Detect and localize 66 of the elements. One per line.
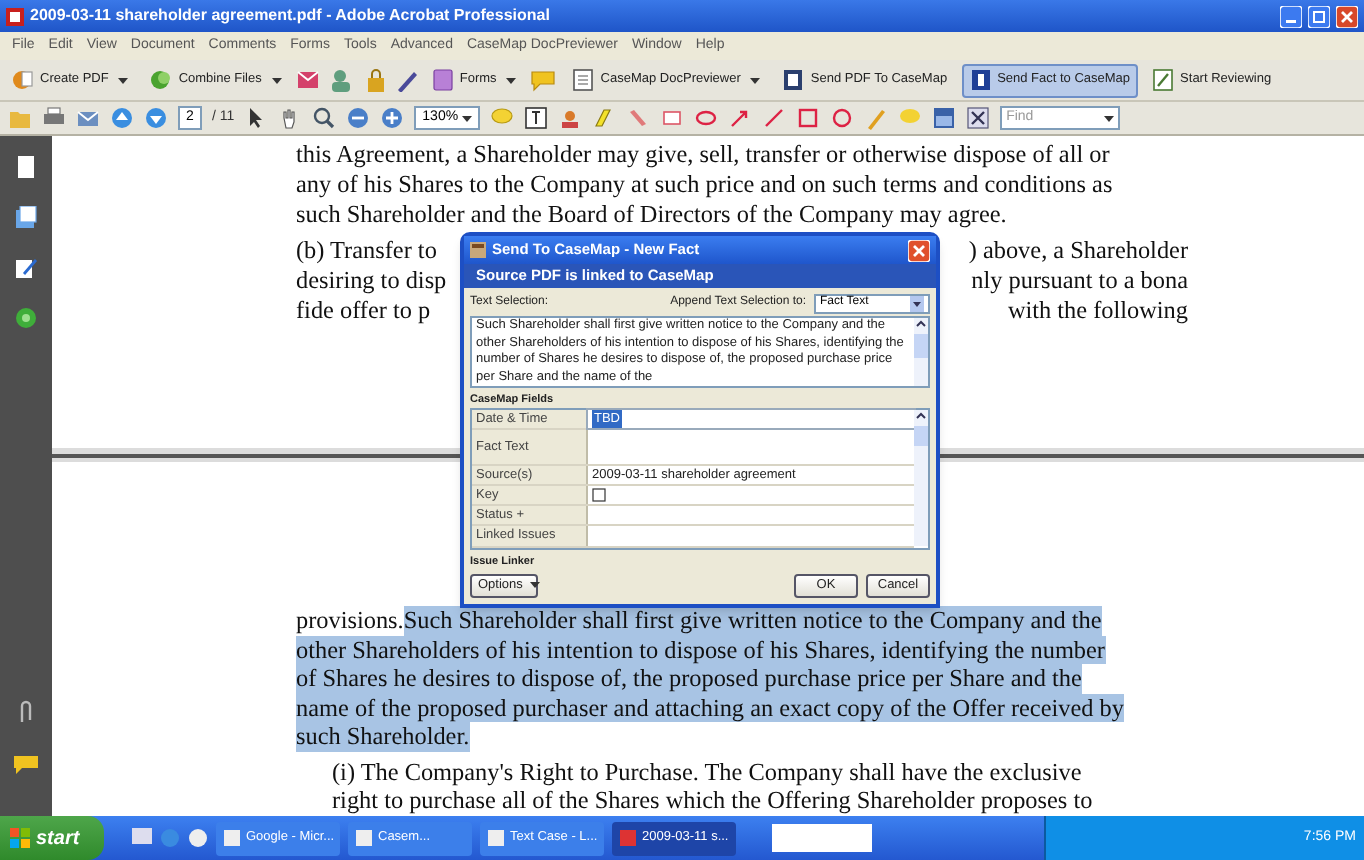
document-text: fide offer to p xyxy=(296,296,431,326)
circle-icon[interactable] xyxy=(830,106,855,130)
search-field[interactable] xyxy=(772,824,872,852)
mail-icon[interactable] xyxy=(76,106,100,130)
highlighted-text: such Shareholder. xyxy=(296,722,470,751)
rectangle-icon[interactable] xyxy=(660,106,685,130)
page-icon xyxy=(969,68,992,92)
pen-icon[interactable] xyxy=(14,256,38,280)
highlighted-text: of Shares he desires to dispose of, the proposed purchase price per Share and the xyxy=(296,664,1082,693)
window-icon xyxy=(620,830,636,846)
window-title: 2009-03-11 shareholder agreement.pdf - Adobe Acrobat Professional xyxy=(30,4,552,28)
document-text: provisions. xyxy=(296,606,404,635)
oval-icon[interactable] xyxy=(694,106,719,130)
document-text: desiring to disp xyxy=(296,266,447,296)
highlighted-text: Such Shareholder shall first give written notice to the Company and the xyxy=(403,606,1102,635)
stamp-icon[interactable] xyxy=(558,106,583,130)
pen-icon[interactable] xyxy=(393,68,418,92)
panel-icon[interactable] xyxy=(932,106,957,130)
document-text: right to purchase all of the Shares which the Offering Shareholder proposes to xyxy=(332,786,1093,815)
pages-icon[interactable] xyxy=(16,156,36,180)
highlighted-text: name of the proposed purchaser and attaching an exact copy of the Offer received by xyxy=(296,693,1124,722)
start-button[interactable]: start xyxy=(0,816,104,860)
page-icon xyxy=(572,68,595,92)
windows-flag-icon xyxy=(10,828,30,848)
text-box-icon[interactable] xyxy=(524,106,549,130)
document-text: this Agreement, a Shareholder may give, sell, transfer or otherwise dispose of all or xyxy=(296,140,1110,170)
window-icon xyxy=(488,830,504,846)
layers-icon[interactable] xyxy=(14,206,38,230)
zoom-out-icon[interactable] xyxy=(346,106,371,130)
document-icon xyxy=(6,7,24,25)
document-icon xyxy=(12,68,34,92)
desktop-icon[interactable] xyxy=(132,828,152,848)
minimize-icon[interactable] xyxy=(1280,5,1302,27)
document-text: (b) Transfer to xyxy=(296,236,437,266)
document-text: any of his Shares to the Company at such price and on such terms and conditions as xyxy=(296,170,1113,200)
lock-icon[interactable] xyxy=(363,68,388,92)
caret-icon xyxy=(530,582,541,588)
square-icon[interactable] xyxy=(796,106,821,130)
window-icon xyxy=(224,830,240,846)
pencil-icon[interactable] xyxy=(626,106,651,130)
document-text: nly pursuant to a bona xyxy=(971,266,1188,296)
document-text: such Shareholder and the Board of Directors of the Company may agree. xyxy=(296,200,1007,230)
zoom-icon[interactable] xyxy=(312,106,337,130)
document-text: with the following xyxy=(1007,296,1188,326)
zoom-in-icon[interactable] xyxy=(380,106,405,130)
scrollbar-icon[interactable] xyxy=(914,318,928,386)
document-text: (i) The Company's Right to Purchase. The Company shall have the exclusive xyxy=(332,757,1082,786)
caret-icon xyxy=(910,295,924,311)
arrow-icon[interactable] xyxy=(728,106,753,130)
highlighter-icon[interactable] xyxy=(592,106,617,130)
page-icon xyxy=(782,68,805,92)
window-icon xyxy=(356,830,372,846)
printer-icon[interactable] xyxy=(42,106,66,130)
scrollbar-icon[interactable] xyxy=(914,410,928,547)
close-icon[interactable] xyxy=(966,106,991,130)
checkbox[interactable] xyxy=(592,488,606,503)
caret-icon xyxy=(1104,115,1115,121)
app-icon xyxy=(470,242,486,258)
caret-icon xyxy=(462,115,473,121)
envelope-icon[interactable] xyxy=(295,68,324,92)
form-icon xyxy=(431,68,454,92)
document-text: ) above, a Shareholder xyxy=(968,236,1188,266)
page-icon xyxy=(1152,68,1175,92)
restore-icon[interactable] xyxy=(1308,5,1330,27)
highlighted-text: other Shareholders of his intention to dispose of his Shares, identifying the number xyxy=(296,635,1105,664)
line-icon[interactable] xyxy=(762,106,787,130)
